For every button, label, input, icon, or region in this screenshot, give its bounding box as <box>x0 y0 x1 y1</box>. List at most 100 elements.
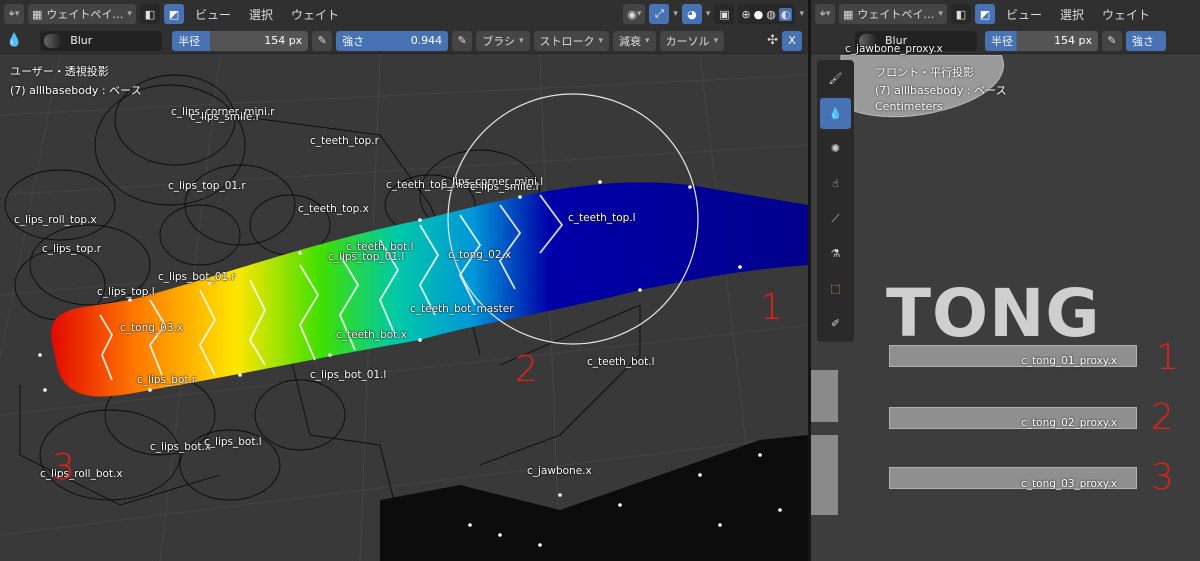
gizmo-icon: ⤢ <box>654 7 664 20</box>
radius-pressure-button[interactable]: ✎ <box>312 30 333 51</box>
bone-label: c_lips_smile.r <box>190 111 260 123</box>
select-box-icon: ⬚ <box>830 282 841 295</box>
falloff-dropdown-label: 減衰 <box>619 34 642 48</box>
unit-label: Centimeters <box>875 100 943 113</box>
side-panel <box>811 370 838 422</box>
vertex-mask-toggle-button[interactable]: ◩ <box>163 4 184 24</box>
smear-tool-button[interactable]: ☝ <box>820 168 851 199</box>
visibility-dropdown[interactable]: ◉ ▾ <box>623 4 646 24</box>
object-info: (7) alllbasebody : ベース <box>10 84 142 97</box>
bone-label: c_jawbone_proxy.x <box>845 43 943 55</box>
bone-label: c_lips_top.r <box>42 243 102 255</box>
bone-label: c_lips_bot.l <box>204 436 262 448</box>
bone-label: c_tong_02.x <box>448 249 512 261</box>
solid-shading-icon[interactable]: ● <box>754 8 764 21</box>
average-brush-icon: ✺ <box>830 142 841 155</box>
bone-label: c_lips_smile.l <box>470 181 539 193</box>
material-shading-icon[interactable]: ◍ <box>766 8 776 21</box>
draw-tool-button[interactable]: 🖌 <box>820 63 851 94</box>
tong-title: TONG <box>886 275 1101 352</box>
stroke-dropdown[interactable]: ストローク ▾ <box>533 30 610 51</box>
jaw-mesh <box>380 435 808 561</box>
strength-value: 0.944 <box>410 34 443 47</box>
face-mask-icon: ◧ <box>144 7 156 21</box>
gradient-tool-button[interactable]: ⟋ <box>820 203 851 234</box>
bone-label: c_teeth_bot.x <box>336 329 407 341</box>
right-header: ⌖ ▾ ▦ ウェイトペイ… ▾ ◧ ◩ ビュー 選択 ウェイト <box>811 0 1200 28</box>
mask-toggle-button[interactable]: ◧ <box>950 4 971 24</box>
left-3d-viewport[interactable]: ユーザー・透視投影 (7) alllbasebody : ベース c_lips_… <box>0 55 808 561</box>
cursor-dropdown[interactable]: カーソル ▾ <box>659 30 725 51</box>
annotate-icon: ✐ <box>830 317 841 330</box>
shading-dropdown[interactable]: ▾ <box>799 9 804 19</box>
rendered-shading-icon[interactable]: ◐ <box>778 7 793 21</box>
pen-pressure-icon: ✎ <box>457 34 467 47</box>
falloff-dropdown[interactable]: 減衰 ▾ <box>613 30 656 51</box>
menu-view[interactable]: ビュー <box>999 6 1049 23</box>
cursor-dropdown-label: カーソル <box>665 34 710 48</box>
mode-icon: ▦ <box>843 7 854 21</box>
menu-weight[interactable]: ウェイト <box>284 6 346 23</box>
mode-dropdown[interactable]: ▦ ウェイトペイ… ▾ <box>839 4 947 24</box>
bone-label: c_lips_bot.x <box>150 441 212 453</box>
radius-value: 154 px <box>264 34 303 47</box>
view-transform-dropdown[interactable]: ⌖ ▾ <box>815 4 835 24</box>
brush-name: Blur <box>70 34 93 47</box>
xray-toggle-button[interactable]: ▣ <box>714 4 735 24</box>
brush-selector[interactable]: Blur <box>40 30 163 51</box>
gizmo-toggle-button[interactable]: ⤢ <box>649 4 670 24</box>
menu-weight[interactable]: ウェイト <box>1095 6 1157 23</box>
brush-dropdown-label: ブラシ <box>482 34 515 48</box>
gradient-icon: ⟋ <box>831 211 840 225</box>
proxy-label: c_tong_01_proxy.x <box>1021 355 1118 367</box>
draw-brush-icon: 🖌 <box>828 72 843 85</box>
proxy-label: c_tong_02_proxy.x <box>1021 417 1118 429</box>
strength-field[interactable]: 強さ 0.944 <box>336 30 449 51</box>
radius-field[interactable]: 半径 154 px <box>985 30 1098 51</box>
mode-dropdown[interactable]: ▦ ウェイトペイ… ▾ <box>28 4 136 24</box>
proxy-label: c_tong_03_proxy.x <box>1021 478 1118 490</box>
bone-label: c_tong_03.x <box>120 322 184 334</box>
bone-label: c_jawbone.x <box>527 465 592 477</box>
mask-toggle-button[interactable]: ◧ <box>139 4 160 24</box>
strength-pressure-button[interactable]: ✎ <box>452 30 473 51</box>
radius-pressure-button[interactable]: ✎ <box>1102 30 1122 51</box>
viewport-scene[interactable] <box>0 55 808 561</box>
mode-label: ウェイトペイ… <box>46 8 124 21</box>
annotate-tool-button[interactable]: ✐ <box>820 308 851 339</box>
smear-brush-icon: ☝ <box>832 177 839 190</box>
shading-group[interactable]: ⊕ ● ◍ ◐ <box>738 4 796 24</box>
bone-label: c_lips_top_01.l <box>328 251 405 263</box>
right-3d-viewport[interactable]: c_jawbone_proxy.x フロント・平行投影 (7) alllbase… <box>811 43 1200 561</box>
gizmo-dropdown[interactable]: ▾ <box>673 9 678 19</box>
sample-weight-tool-button[interactable]: ⚗ <box>820 238 851 269</box>
stroke-dropdown-label: ストローク <box>539 34 595 48</box>
menu-select[interactable]: 選択 <box>1053 6 1091 23</box>
symmetry-x-button[interactable]: X <box>782 30 802 51</box>
strength-field[interactable]: 強さ <box>1126 30 1166 51</box>
average-tool-button[interactable]: ✺ <box>820 133 851 164</box>
bone-label: c_teeth_top.x <box>298 203 369 215</box>
radius-field[interactable]: 半径 154 px <box>172 30 309 51</box>
annotation-number: 2 <box>1151 397 1174 438</box>
symmetry-x-label: X <box>788 34 796 47</box>
tool-settings-bar: 💧 Blur 半径 154 px ✎ 強さ 0.944 ✎ ブラシ ▾ ストローク… <box>0 28 808 54</box>
wireframe-shading-icon[interactable]: ⊕ <box>741 8 750 21</box>
overlay-dropdown[interactable]: ▾ <box>706 9 711 19</box>
blur-tool-button[interactable]: 💧 <box>820 98 851 129</box>
view-name: ユーザー・透視投影 <box>10 65 109 78</box>
bone-label: c_teeth_bot.l <box>587 356 655 368</box>
bone-label: c_lips_bot_01.r <box>158 271 236 283</box>
overlay-toggle-button[interactable]: ◕ <box>681 4 702 24</box>
vertex-mask-icon: ◩ <box>168 7 180 21</box>
view-transform-dropdown[interactable]: ⌖ ▾ <box>4 4 24 24</box>
brush-dropdown[interactable]: ブラシ ▾ <box>476 30 530 51</box>
menu-select[interactable]: 選択 <box>242 6 280 23</box>
sample-weight-icon: ⚗ <box>830 247 841 260</box>
bone-label: c_lips_bot_01.l <box>310 369 387 381</box>
select-box-tool-button[interactable]: ⬚ <box>820 273 851 304</box>
pen-pressure-icon: ✎ <box>1107 34 1117 47</box>
overlay-icon: ◕ <box>687 7 697 21</box>
vertex-mask-toggle-button[interactable]: ◩ <box>974 4 995 24</box>
menu-view[interactable]: ビュー <box>188 6 238 23</box>
